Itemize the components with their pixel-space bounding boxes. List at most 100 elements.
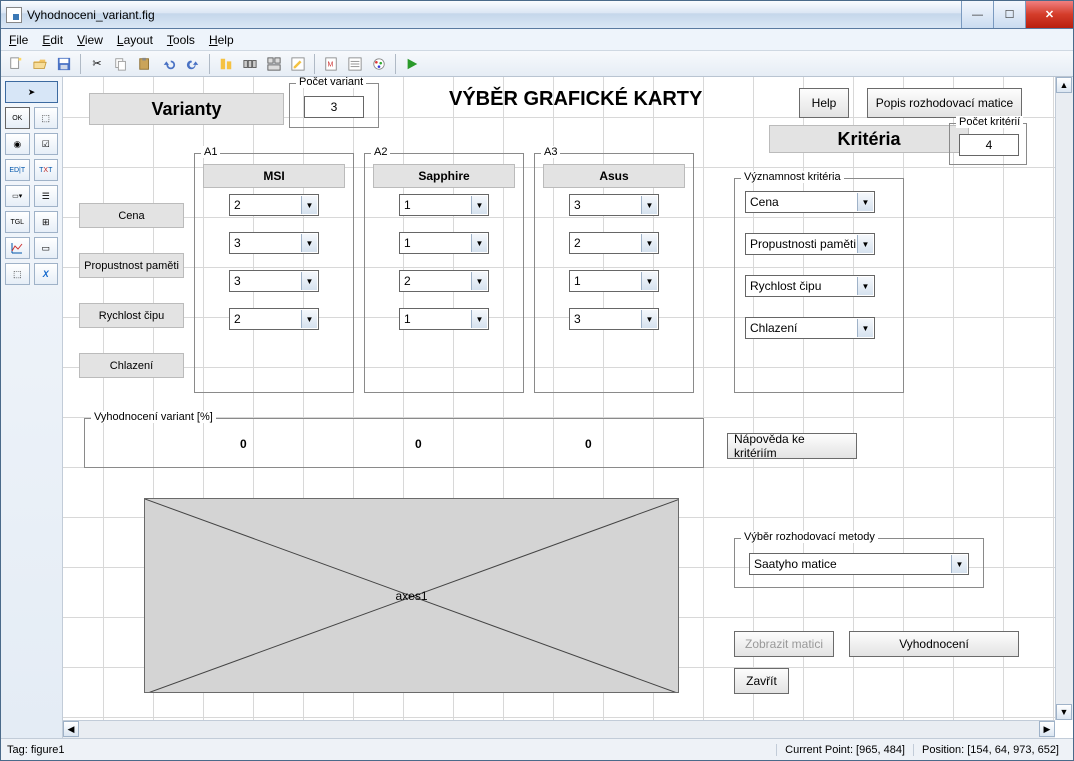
pushbutton-tool[interactable]: OK	[5, 107, 30, 129]
pocet-kriterii-fieldset: Počet kritérií	[949, 123, 1027, 165]
axes-label: axes1	[395, 589, 427, 603]
text-tool[interactable]: TXT	[34, 159, 59, 181]
chevron-down-icon: ▼	[641, 272, 657, 290]
row-chlazeni: Chlazení	[79, 353, 184, 378]
redo-icon[interactable]	[182, 53, 204, 75]
chevron-down-icon: ▼	[471, 234, 487, 252]
checkbox-tool[interactable]: ☑	[34, 133, 59, 155]
scroll-up-icon[interactable]: ▲	[1056, 77, 1072, 93]
paste-icon[interactable]	[134, 53, 156, 75]
scroll-right-icon[interactable]: ▶	[1039, 721, 1055, 737]
minimize-button[interactable]: —	[961, 1, 993, 28]
table-tool[interactable]: ⊞	[34, 211, 59, 233]
zavrit-button[interactable]: Zavřít	[734, 668, 789, 694]
layout-icon[interactable]	[263, 53, 285, 75]
popup-tool[interactable]: ▭▾	[5, 185, 30, 207]
align-icon[interactable]	[215, 53, 237, 75]
napoveda-button[interactable]: Nápověda ke kritériím	[727, 433, 857, 459]
signif-dd-3[interactable]: Rychlost čipu▼	[745, 275, 875, 297]
chevron-down-icon: ▼	[471, 310, 487, 328]
chevron-down-icon: ▼	[471, 196, 487, 214]
radio-tool[interactable]: ◉	[5, 133, 30, 155]
listbox-tool[interactable]: ☰	[34, 185, 59, 207]
chevron-down-icon: ▼	[951, 555, 967, 573]
horizontal-scrollbar[interactable]: ◀ ▶	[63, 720, 1055, 738]
a3-panel: A3 Asus 3▼ 2▼ 1▼ 3▼	[534, 153, 694, 393]
axes-placeholder[interactable]: axes1	[144, 498, 679, 693]
mfile-icon[interactable]: M	[320, 53, 342, 75]
component-palette: ➤ OK ⬚ ◉ ☑ ED|T TXT ▭▾ ☰ TGL ⊞ ▭ ⬚ X	[1, 77, 63, 738]
pocet-kriterii-input[interactable]	[959, 134, 1019, 156]
status-point: Current Point: [965, 484]	[776, 744, 913, 756]
editor-icon[interactable]	[287, 53, 309, 75]
run-icon[interactable]	[401, 53, 423, 75]
figure-canvas[interactable]: Varianty Kritéria Počet variant VÝBĚR GR…	[69, 83, 1055, 720]
prop-icon[interactable]	[344, 53, 366, 75]
a3-dd-1[interactable]: 3▼	[569, 194, 659, 216]
chevron-down-icon: ▼	[857, 235, 873, 253]
open-icon[interactable]	[29, 53, 51, 75]
menu-view[interactable]: View	[77, 33, 103, 47]
menu-file[interactable]: File	[9, 33, 28, 47]
scroll-left-icon[interactable]: ◀	[63, 721, 79, 737]
a1-dd-2[interactable]: 3▼	[229, 232, 319, 254]
a2-dd-4[interactable]: 1▼	[399, 308, 489, 330]
distribute-icon[interactable]	[239, 53, 261, 75]
zobrazit-button[interactable]: Zobrazit matici	[734, 631, 834, 657]
pocet-kriterii-legend: Počet kritérií	[956, 116, 1023, 128]
copy-icon[interactable]	[110, 53, 132, 75]
a3-dd-2[interactable]: 2▼	[569, 232, 659, 254]
cut-icon[interactable]: ✂	[86, 53, 108, 75]
menu-edit[interactable]: Edit	[42, 33, 63, 47]
chevron-down-icon: ▼	[301, 272, 317, 290]
titlebar[interactable]: Vyhodnoceni_variant.fig — ☐ ✕	[1, 1, 1073, 29]
a1-dd-4[interactable]: 2▼	[229, 308, 319, 330]
undo-icon[interactable]	[158, 53, 180, 75]
select-tool[interactable]: ➤	[5, 81, 58, 103]
save-icon[interactable]	[53, 53, 75, 75]
maximize-button[interactable]: ☐	[993, 1, 1025, 28]
chevron-down-icon: ▼	[857, 277, 873, 295]
vyhodnoceni-panel: Vyhodnocení variant [%] 0 0 0	[84, 418, 704, 468]
a1-dd-1[interactable]: 2▼	[229, 194, 319, 216]
new-icon[interactable]	[5, 53, 27, 75]
axes-tool[interactable]	[5, 237, 30, 259]
edit-tool[interactable]: ED|T	[5, 159, 30, 181]
row-cena: Cena	[79, 203, 184, 228]
scroll-down-icon[interactable]: ▼	[1056, 704, 1072, 720]
chevron-down-icon: ▼	[301, 196, 317, 214]
a1-dd-3[interactable]: 3▼	[229, 270, 319, 292]
pocet-variant-input[interactable]	[304, 96, 364, 118]
a2-dd-1[interactable]: 1▼	[399, 194, 489, 216]
slider-tool[interactable]: ⬚	[34, 107, 59, 129]
activex-tool[interactable]: X	[34, 263, 59, 285]
a3-dd-4[interactable]: 3▼	[569, 308, 659, 330]
a2-dd-3[interactable]: 2▼	[399, 270, 489, 292]
vertical-scrollbar[interactable]: ▲ ▼	[1055, 77, 1073, 720]
menubar[interactable]: File Edit View Layout Tools Help	[1, 29, 1073, 51]
close-button[interactable]: ✕	[1025, 1, 1073, 28]
status-position: Position: [154, 64, 973, 652]	[913, 744, 1067, 756]
a2-dd-2[interactable]: 1▼	[399, 232, 489, 254]
panel-tool[interactable]: ▭	[34, 237, 59, 259]
a3-dd-3[interactable]: 1▼	[569, 270, 659, 292]
help-button[interactable]: Help	[799, 88, 849, 118]
signif-dd-4[interactable]: Chlazení▼	[745, 317, 875, 339]
a1-panel: A1 MSI 2▼ 3▼ 3▼ 2▼	[194, 153, 354, 393]
chevron-down-icon: ▼	[641, 234, 657, 252]
row-rychlost: Rychlost čipu	[79, 303, 184, 328]
buttongroup-tool[interactable]: ⬚	[5, 263, 30, 285]
chevron-down-icon: ▼	[857, 319, 873, 337]
popis-button[interactable]: Popis rozhodovací matice	[867, 88, 1022, 118]
menu-layout[interactable]: Layout	[117, 33, 153, 47]
method-dropdown[interactable]: Saatyho matice▼	[749, 553, 969, 575]
toggle-tool[interactable]: TGL	[5, 211, 30, 233]
signif-dd-2[interactable]: Propustnosti paměti▼	[745, 233, 875, 255]
chevron-down-icon: ▼	[301, 310, 317, 328]
menu-tools[interactable]: Tools	[167, 33, 195, 47]
menu-help[interactable]: Help	[209, 33, 234, 47]
vyhodnoceni-button[interactable]: Vyhodnocení	[849, 631, 1019, 657]
browser-icon[interactable]	[368, 53, 390, 75]
row-propustnost: Propustnost paměti	[79, 253, 184, 278]
signif-dd-1[interactable]: Cena▼	[745, 191, 875, 213]
